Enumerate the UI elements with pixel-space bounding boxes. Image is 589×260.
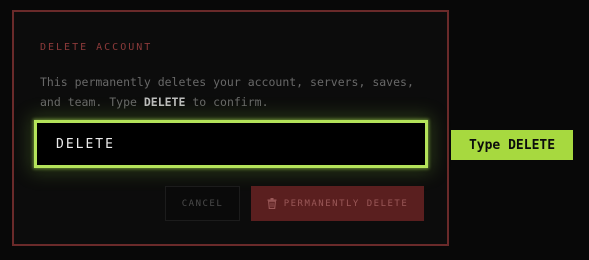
type-delete-callout: Type DELETE — [451, 130, 573, 160]
modal-title: DELETE ACCOUNT — [40, 42, 153, 53]
permanently-delete-button[interactable]: PERMANENTLY DELETE — [251, 186, 424, 221]
trash-icon — [267, 198, 277, 209]
cancel-button[interactable]: CANCEL — [165, 186, 240, 221]
callout-label: Type DELETE — [468, 137, 556, 153]
cancel-button-label: CANCEL — [181, 198, 224, 209]
description-keyword: DELETE — [143, 95, 186, 109]
page: DELETE ACCOUNT This permanently deletes … — [0, 0, 589, 260]
description-line-1: This permanently deletes your account, s… — [40, 75, 414, 89]
delete-account-modal: DELETE ACCOUNT This permanently deletes … — [12, 10, 449, 246]
description-line-2: and team. Type DELETE to confirm. — [40, 92, 420, 112]
description-suffix: to confirm. — [185, 95, 269, 109]
description-prefix: and team. Type — [40, 95, 144, 109]
permanently-delete-label: PERMANENTLY DELETE — [283, 198, 409, 209]
modal-description: This permanently deletes your account, s… — [40, 72, 420, 112]
confirm-delete-input[interactable] — [34, 120, 428, 168]
